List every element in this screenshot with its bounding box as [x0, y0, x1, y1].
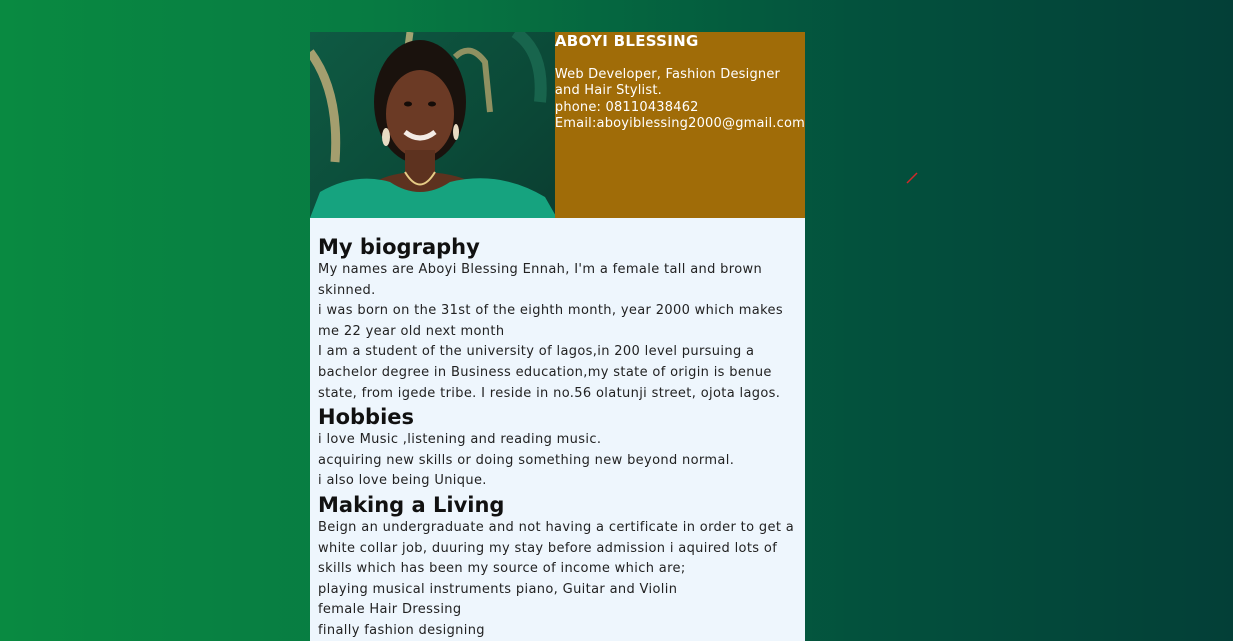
profile-email: Email:aboyiblessing2000@gmail.com	[554, 116, 805, 131]
living-heading: Making a Living	[318, 492, 505, 517]
biography-heading: My biography	[318, 235, 480, 259]
profile-info: ABOYI BLESSING Web Developer, Fashion De…	[555, 32, 805, 218]
living-item: female Hair Dressing	[318, 602, 462, 618]
living-item: finally fashion designing	[318, 622, 485, 638]
profile-role: Web Developer, Fashion Designer and Hair…	[554, 66, 781, 99]
living-item: Beign an undergraduate and not having a …	[318, 519, 795, 577]
profile-header: ABOYI BLESSING Web Developer, Fashion De…	[310, 32, 805, 218]
hobby-item: acquiring new skills or doing something …	[318, 452, 735, 468]
hobby-item: i love Music ,listening and reading musi…	[318, 432, 602, 448]
biography-paragraph: i was born on the 31st of the eighth mon…	[318, 303, 784, 339]
biography-paragraph: My names are Aboyi Blessing Ennah, I'm a…	[318, 262, 763, 298]
hobby-item: i also love being Unique.	[318, 473, 487, 489]
biography-paragraph: I am a student of the university of lago…	[318, 344, 781, 401]
hobbies-heading: Hobbies	[318, 405, 415, 430]
profile-phone: phone: 08110438462	[554, 99, 699, 115]
profile-photo	[310, 32, 555, 218]
profile-name: ABOYI BLESSING	[554, 32, 699, 50]
living-item: playing musical instruments piano, Guita…	[318, 581, 678, 597]
profile-content: My biography My names are Aboyi Blessing…	[310, 234, 805, 641]
mouse-cursor-icon	[906, 172, 918, 184]
profile-card: ABOYI BLESSING Web Developer, Fashion De…	[310, 32, 805, 641]
